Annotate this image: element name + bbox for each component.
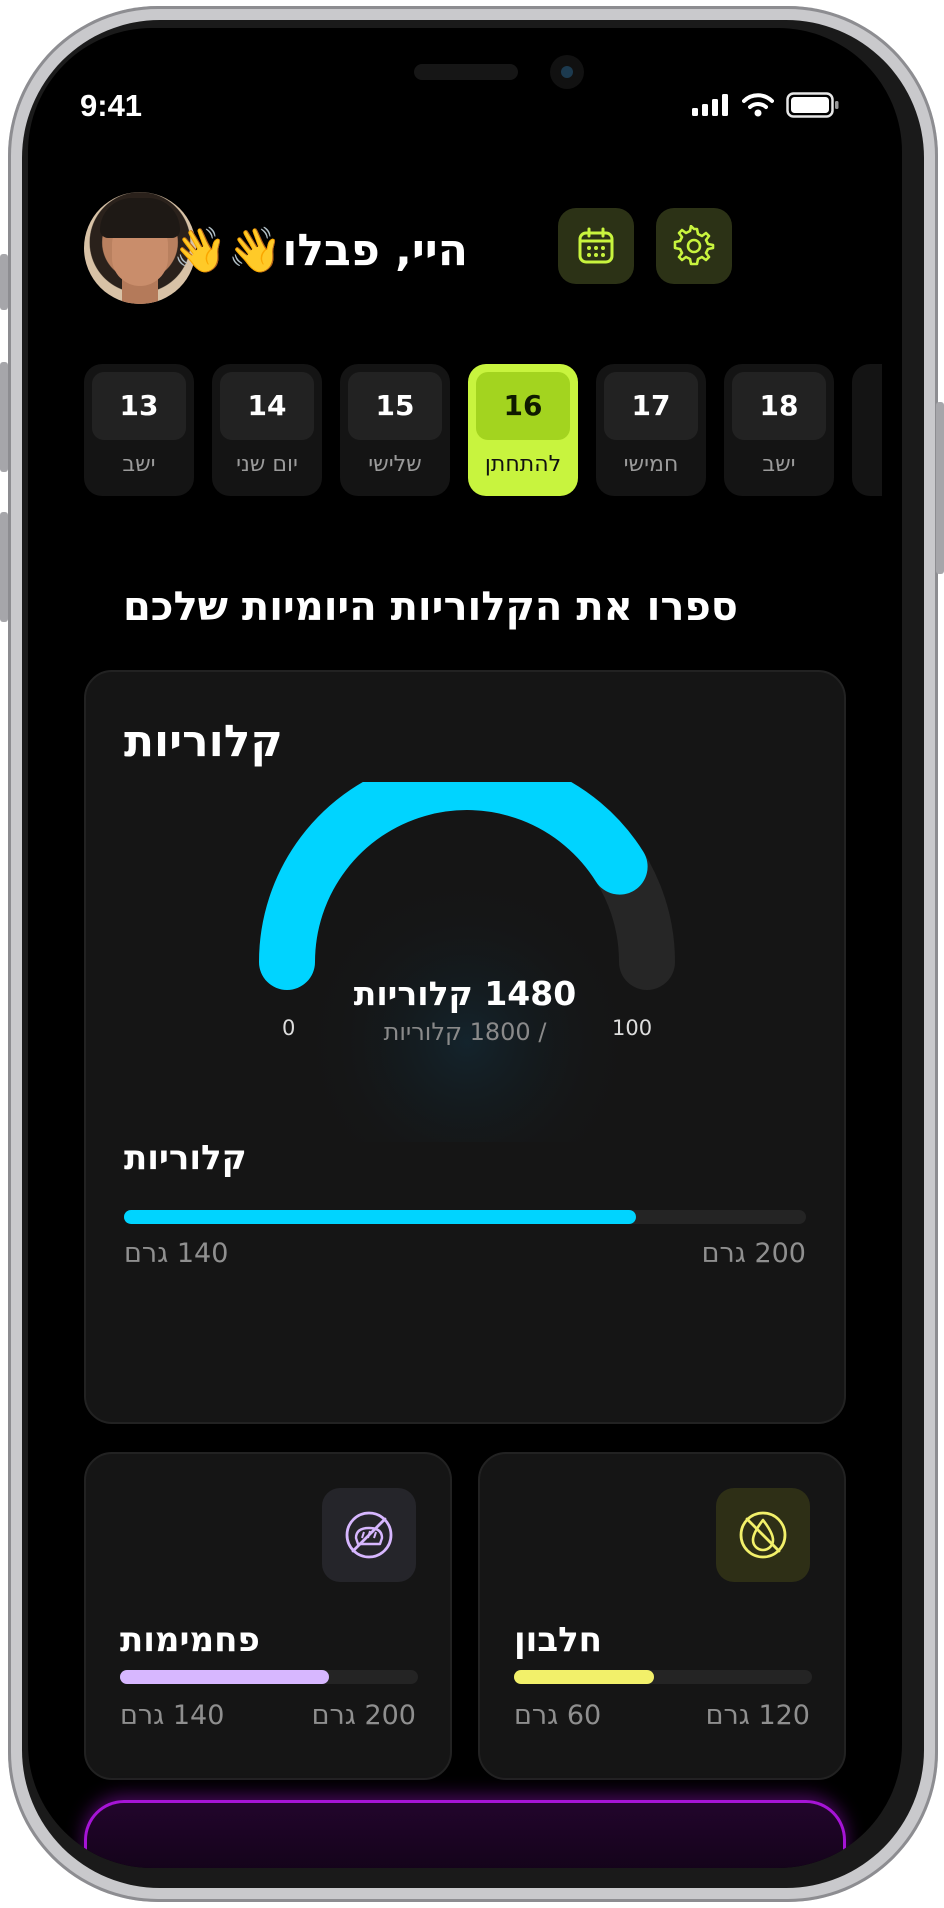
day-label: חמישי	[623, 452, 679, 477]
app-screen: 9:41 היי, פבלו👋👋 13 ישב 14 יום שני 15 של…	[28, 28, 902, 1868]
no-drop-icon	[739, 1511, 787, 1559]
calories-right-amount: 200 גרם	[701, 1238, 806, 1269]
speaker-grille	[414, 64, 518, 80]
carbs-progress-track	[120, 1670, 418, 1684]
day-17[interactable]: 17 חמישי	[596, 364, 706, 496]
battery-icon	[786, 92, 839, 118]
front-camera	[550, 55, 584, 89]
day-label: שלישי	[368, 452, 422, 477]
carbs-icon-tile	[322, 1488, 416, 1582]
calories-card: קלוריות 0 100 1480 קלוריות / 1800 קלוריו…	[84, 670, 846, 1424]
section-title: ספרו את הקלוריות היומיות שלכם	[122, 584, 738, 630]
day-label: ישב	[762, 452, 796, 477]
protein-progress-fill	[514, 1670, 655, 1684]
carbs-right-amount: 200 גרם	[311, 1700, 416, 1731]
no-bread-icon	[345, 1511, 393, 1559]
calories-progress-fill	[124, 1210, 636, 1224]
volume-up-button	[0, 362, 8, 472]
calendar-icon	[578, 227, 614, 264]
day-selector: 13 ישב 14 יום שני 15 שלישי 16 להתחתן 17 …	[84, 364, 894, 496]
calories-progress-track	[124, 1210, 806, 1224]
gear-icon	[673, 225, 715, 266]
day-label: להתחתן	[484, 452, 562, 477]
day-label: יום שני	[236, 452, 298, 477]
settings-button[interactable]	[656, 208, 732, 284]
day-number: 17	[604, 372, 698, 440]
day-14[interactable]: 14 יום שני	[212, 364, 322, 496]
day-number: 16	[476, 372, 570, 440]
carbs-title: פחמימות	[120, 1620, 260, 1660]
protein-card[interactable]: חלבון 60 גרם 120 גרם	[478, 1452, 846, 1780]
carbs-card[interactable]: פחמימות 140 גרם 200 גרם	[84, 1452, 452, 1780]
calorie-gauge	[259, 782, 675, 1142]
day-15[interactable]: 15 שלישי	[340, 364, 450, 496]
status-icons	[692, 92, 840, 118]
day-number: 15	[348, 372, 442, 440]
gauge-value-text: 1480 קלוריות	[353, 974, 577, 1013]
day-16-selected[interactable]: 16 להתחתן	[468, 364, 578, 496]
bottom-navigation-bar[interactable]	[84, 1800, 846, 1868]
calories-left-amount: 140 גרם	[124, 1238, 229, 1269]
protein-title: חלבון	[514, 1620, 603, 1660]
day-number: 18	[732, 372, 826, 440]
carbs-progress-fill	[120, 1670, 329, 1684]
day-next-partial[interactable]	[852, 364, 882, 496]
mute-switch	[0, 254, 8, 310]
greeting-text: היי, פבלו👋👋	[172, 225, 468, 276]
status-time: 9:41	[80, 88, 143, 123]
wifi-icon	[742, 93, 774, 117]
protein-icon-tile	[716, 1488, 810, 1582]
day-label: ישב	[122, 452, 156, 477]
volume-down-button	[0, 512, 8, 622]
gauge-target-text: / 1800 קלוריות	[383, 1018, 547, 1046]
day-13[interactable]: 13 ישב	[84, 364, 194, 496]
protein-progress-track	[514, 1670, 812, 1684]
calories-bar-label: קלוריות	[124, 1138, 247, 1178]
protein-right-amount: 120 גרם	[705, 1700, 810, 1731]
carbs-left-amount: 140 גרם	[120, 1700, 225, 1731]
protein-left-amount: 60 גרם	[514, 1700, 602, 1731]
day-18[interactable]: 18 ישב	[724, 364, 834, 496]
power-button	[936, 402, 944, 574]
day-number: 14	[220, 372, 314, 440]
day-number: 13	[92, 372, 186, 440]
signal-icon	[692, 94, 728, 116]
calendar-button[interactable]	[558, 208, 634, 284]
calories-card-title: קלוריות	[124, 716, 283, 767]
